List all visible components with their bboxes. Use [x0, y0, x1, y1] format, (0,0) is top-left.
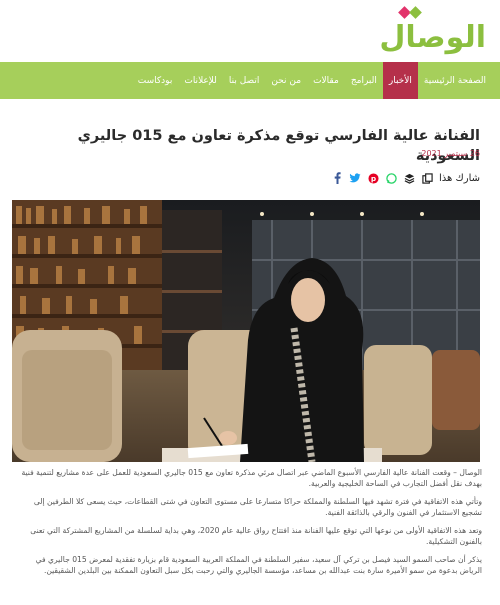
nav-item-articles[interactable]: مقالات: [307, 62, 345, 99]
main-navbar: الصفحة الرئيسية الأخبار البرامج مقالات م…: [0, 62, 500, 99]
article-body: الوصال – وقعت الفنانة عالية الفارسي الأس…: [16, 467, 482, 583]
site-logo[interactable]: الوصال: [376, 6, 487, 56]
article-photo: [12, 200, 480, 462]
article-paragraph: وتأتي هذه الاتفاقية في فترة تشهد فيها ال…: [33, 497, 482, 517]
article-paragraph: يذكر أن صاحب السمو السيد فيصل بن تركي آل…: [35, 555, 482, 575]
whatsapp-icon[interactable]: [385, 172, 397, 184]
nav-item-podcast[interactable]: بودكاست: [132, 62, 179, 99]
pinterest-icon[interactable]: p: [367, 172, 379, 184]
share-label: شارك هذا: [439, 172, 480, 184]
facebook-icon[interactable]: [331, 172, 343, 184]
nav-item-about[interactable]: من نحن: [265, 62, 307, 99]
layers-icon[interactable]: [403, 172, 415, 184]
share-bar: شارك هذا p: [331, 166, 480, 190]
article-title: الفنانة عالية الفارسي توقع مذكرة تعاون م…: [77, 128, 480, 164]
article-photo-image: [12, 200, 480, 462]
nav-item-news[interactable]: الأخبار: [382, 62, 418, 99]
site-header: الوصال: [0, 0, 500, 62]
svg-text:p: p: [370, 173, 375, 182]
copy-icon[interactable]: [421, 172, 433, 184]
nav-item-ads[interactable]: للإعلانات: [178, 62, 223, 99]
nav-item-programs[interactable]: البرامج: [345, 62, 383, 99]
twitter-icon[interactable]: [349, 172, 361, 184]
article-paragraph: وتعد هذه الاتفاقية الأولى من نوعها التي …: [30, 526, 482, 546]
article-paragraph: الوصال – وقعت الفنانة عالية الفارسي الأس…: [21, 468, 482, 488]
logo-text: الوصال: [379, 20, 487, 55]
nav-item-home[interactable]: الصفحة الرئيسية: [418, 62, 492, 99]
nav-item-contact[interactable]: اتصل بنا: [223, 62, 265, 99]
article-date: 26 سبتمبر 2021: [421, 149, 480, 158]
